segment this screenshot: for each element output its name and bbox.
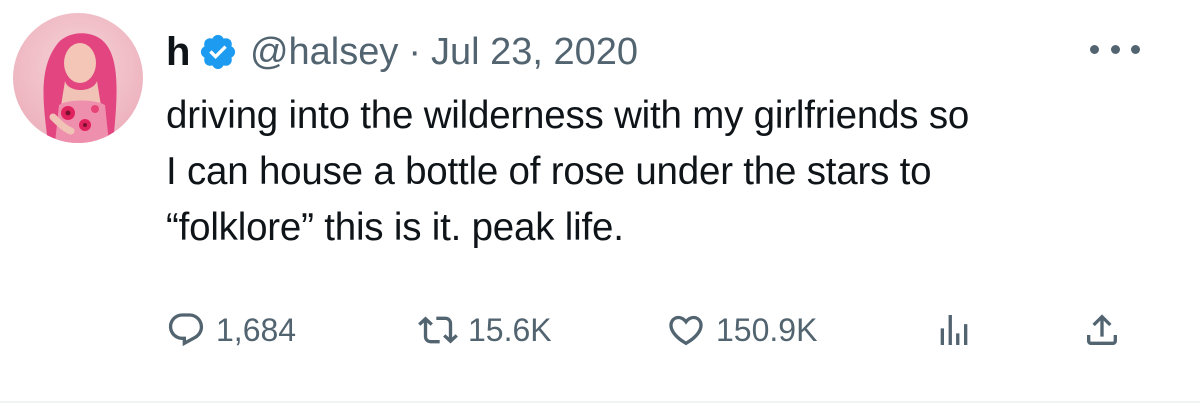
retweet-icon — [418, 316, 458, 344]
tweet-date[interactable]: Jul 23, 2020 — [431, 31, 638, 74]
views-chart-icon — [940, 315, 968, 345]
handle[interactable]: @halsey — [250, 31, 398, 74]
share-button[interactable] — [1082, 300, 1122, 360]
reply-count: 1,684 — [216, 311, 297, 348]
reply-button[interactable]: 1,684 — [166, 300, 296, 360]
like-count: 150.9K — [716, 311, 818, 348]
tweet-text-line: “folklore” this is it. peak life. — [166, 206, 624, 249]
retweet-button[interactable]: 15.6K — [418, 300, 552, 360]
tweet-card[interactable]: h @halsey · Jul 23, 2020 driving into th… — [0, 0, 1200, 403]
like-button[interactable]: 150.9K — [666, 300, 817, 360]
retweet-count: 15.6K — [468, 311, 552, 348]
tweet-text: driving into the wilderness with my girl… — [166, 88, 1166, 256]
action-bar: 1,684 15.6K 150.9K — [0, 300, 1200, 360]
avatar-photo — [43, 33, 117, 143]
display-name[interactable]: h — [166, 30, 190, 75]
more-options-icon[interactable] — [1090, 34, 1140, 64]
share-icon — [1087, 314, 1117, 345]
more-dot — [1131, 44, 1140, 54]
reply-icon — [168, 313, 204, 347]
tweet-header: h @halsey · Jul 23, 2020 — [166, 22, 638, 82]
heart-icon — [669, 315, 703, 346]
separator-dot: · — [408, 30, 422, 73]
more-dot — [1090, 44, 1099, 54]
views-button[interactable] — [934, 300, 974, 360]
tweet-text-line: I can house a bottle of rose under the s… — [166, 150, 932, 193]
more-dot — [1110, 44, 1120, 54]
tweet-text-line: driving into the wilderness with my girl… — [166, 94, 970, 137]
avatar[interactable] — [13, 13, 143, 143]
verified-badge-icon — [198, 32, 238, 72]
